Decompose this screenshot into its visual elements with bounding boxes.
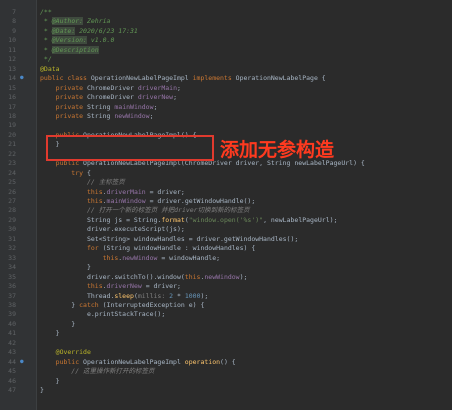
code-text: } [40,384,44,396]
constructor-highlight-box [46,135,214,161]
line-number: 47 [8,386,16,394]
code-editor[interactable]: 7/** 8 * @Author: Zehria 9 * @Date: 2020/6… [0,0,452,410]
code-line[interactable]: 47} [0,384,452,396]
annotation-text: 添加无参构造 [220,139,335,161]
code-token: } [40,386,44,394]
